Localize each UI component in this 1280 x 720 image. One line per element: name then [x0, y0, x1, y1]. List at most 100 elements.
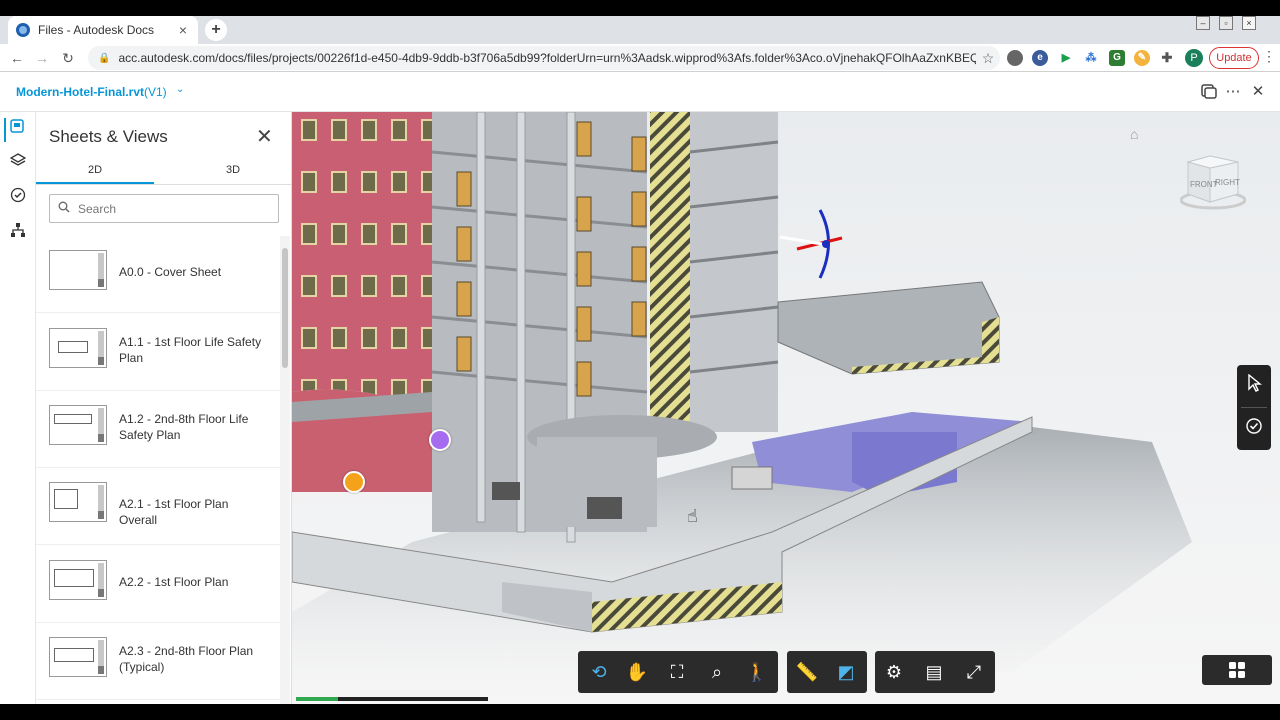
compare-icon[interactable] — [1199, 82, 1219, 102]
issues-check-icon[interactable] — [6, 187, 30, 211]
panel-scrollbar-thumb[interactable] — [282, 248, 288, 368]
browser-menu-icon[interactable]: ⋮ — [1262, 48, 1276, 65]
bottom-letterbox — [0, 704, 1280, 720]
sheet-thumbnail — [49, 250, 107, 290]
sheet-name: A2.2 - 1st Floor Plan — [119, 575, 229, 589]
tab-divider — [36, 184, 292, 185]
version-chevron-down-icon[interactable]: ⌄ — [176, 84, 184, 95]
home-view-icon[interactable]: ⌂ — [1130, 126, 1138, 142]
address-bar[interactable]: 🔒 acc.autodesk.com/docs/files/projects/0… — [88, 46, 1000, 70]
viewcube-right-label: RIGHT — [1215, 178, 1240, 187]
forward-icon[interactable]: → — [33, 49, 51, 67]
layers-icon[interactable] — [6, 152, 30, 176]
svg-text:☝: ☝ — [687, 506, 698, 527]
model-load-progress-bar — [296, 697, 488, 701]
navigation-toolbar: ⟲ ✋ ⛶ ⌕ 🚶 — [578, 651, 778, 693]
left-icon-rail — [0, 112, 36, 704]
browser-tab[interactable]: Files - Autodesk Docs × — [8, 16, 198, 44]
panel-title: Sheets & Views — [49, 127, 168, 146]
sheet-thumbnail — [49, 405, 107, 445]
orbit-icon[interactable]: ⟲ — [580, 651, 618, 693]
viewcube-front-label: FRONT — [1190, 180, 1218, 189]
tab-close-icon[interactable]: × — [176, 22, 190, 38]
sheet-name: A0.0 - Cover Sheet — [119, 265, 222, 279]
sheet-name: A1.2 - 2nd-8th Floor Life Safety Plan — [119, 412, 249, 442]
extensions-puzzle-icon[interactable]: ✚ — [1159, 50, 1175, 66]
building-model-render[interactable]: ☝ — [292, 112, 1280, 704]
app-window: Files - Autodesk Docs × + – ▫ × ← → ↻ 🔒 … — [0, 0, 1280, 720]
search-input[interactable] — [78, 201, 258, 216]
browser-tab-strip: Files - Autodesk Docs × + – ▫ × — [0, 16, 1280, 44]
extension-g-icon[interactable]: G — [1109, 50, 1125, 66]
fullscreen-icon[interactable]: ⤢ — [955, 651, 993, 693]
list-item[interactable]: A2.1 - 1st Floor Plan Overall — [36, 468, 280, 545]
create-issue-check-icon[interactable] — [1237, 410, 1271, 450]
autodesk-favicon-icon — [16, 23, 30, 37]
properties-icon[interactable]: ▤ — [915, 651, 953, 693]
issue-pin-purple[interactable] — [429, 429, 451, 451]
measure-toolbar: 📏 ◩ — [787, 651, 867, 693]
sheet-thumbnail — [49, 637, 107, 677]
url-text[interactable]: acc.autodesk.com/docs/files/projects/002… — [118, 51, 976, 65]
progress-fill — [296, 697, 339, 701]
sheet-thumbnail — [49, 482, 107, 522]
sheets-views-panel: Sheets & Views ✕ 2D 3D A0.0 - Cover Shee… — [36, 112, 292, 704]
list-item[interactable]: A1.2 - 2nd-8th Floor Life Safety Plan — [36, 391, 280, 468]
fit-to-view-icon[interactable]: ⛶ — [658, 651, 696, 693]
select-pointer-icon[interactable] — [1237, 367, 1271, 407]
first-person-icon[interactable]: 🚶 — [738, 651, 776, 693]
tab-title: Files - Autodesk Docs — [38, 23, 155, 37]
extension-e-icon[interactable]: e — [1032, 50, 1048, 66]
grid-view-icon[interactable] — [1202, 655, 1272, 685]
tab-3d[interactable]: 3D — [174, 164, 292, 176]
extension-dots-icon[interactable]: ⁂ — [1083, 50, 1099, 66]
sheet-name: A1.1 - 1st Floor Life Safety Plan — [119, 335, 262, 365]
list-item[interactable]: A2.3 - 2nd-8th Floor Plan (Typical) — [36, 623, 280, 700]
tab-2d[interactable]: 2D — [36, 164, 154, 176]
extension-circle-icon[interactable] — [1007, 50, 1023, 66]
issue-pin-orange[interactable] — [343, 471, 365, 493]
settings-icon[interactable]: ⚙ — [875, 651, 913, 693]
settings-toolbar: ⚙ ▤ ⤢ — [875, 651, 995, 693]
model-viewport[interactable]: ☝ ⌂ FRONT RIGHT — [292, 112, 1280, 704]
lock-icon: 🔒 — [98, 52, 111, 64]
list-item[interactable]: A0.0 - Cover Sheet — [36, 236, 280, 313]
new-tab-button[interactable]: + — [205, 19, 227, 41]
profile-avatar[interactable]: P — [1185, 49, 1203, 67]
sheet-search-box[interactable] — [49, 194, 279, 223]
file-name[interactable]: Modern-Hotel-Final.rvt — [16, 85, 144, 99]
update-button[interactable]: Update — [1209, 47, 1259, 69]
file-version[interactable]: (V1) — [144, 85, 167, 99]
sheet-name: A2.3 - 2nd-8th Floor Plan (Typical) — [119, 644, 254, 674]
extension-pen-icon[interactable]: ✎ — [1134, 50, 1150, 66]
pan-icon[interactable]: ✋ — [618, 651, 656, 693]
maximize-window-icon[interactable]: ▫ — [1219, 16, 1233, 30]
top-letterbox — [0, 0, 1280, 16]
sheet-thumbnail — [49, 560, 107, 600]
reload-icon[interactable]: ↻ — [59, 49, 77, 67]
model-browser-icon[interactable] — [6, 222, 30, 246]
minimize-window-icon[interactable]: – — [1196, 16, 1210, 30]
viewer-header: Modern-Hotel-Final.rvt (V1) ⌄ ⋯ ✕ — [0, 72, 1280, 112]
measure-icon[interactable]: 📏 — [788, 651, 826, 693]
list-item[interactable]: A2.2 - 1st Floor Plan — [36, 546, 280, 623]
zoom-window-icon[interactable]: ⌕ — [698, 651, 736, 693]
back-icon[interactable]: ← — [8, 49, 26, 67]
section-icon[interactable]: ◩ — [827, 651, 865, 693]
browser-toolbar: ← → ↻ 🔒 acc.autodesk.com/docs/files/proj… — [0, 44, 1280, 72]
right-tool-palette — [1237, 365, 1271, 450]
sheet-thumbnail — [49, 328, 107, 368]
search-icon — [58, 201, 70, 216]
view-cube[interactable]: FRONT RIGHT — [1179, 150, 1247, 210]
list-item[interactable]: A1.1 - 1st Floor Life Safety Plan — [36, 314, 280, 391]
close-viewer-icon[interactable]: ✕ — [1248, 82, 1268, 102]
extension-play-icon[interactable]: ▶ — [1058, 50, 1074, 66]
panel-close-icon[interactable]: ✕ — [256, 124, 273, 149]
close-window-icon[interactable]: × — [1242, 16, 1256, 30]
sheet-list: A0.0 - Cover Sheet A1.1 - 1st Floor Life… — [36, 236, 280, 704]
sheets-views-icon[interactable] — [4, 118, 28, 142]
sheet-name: A2.1 - 1st Floor Plan Overall — [119, 497, 229, 527]
more-options-icon[interactable]: ⋯ — [1223, 82, 1243, 102]
bookmark-star-icon[interactable]: ☆ — [976, 50, 1000, 67]
active-tab-indicator — [36, 182, 154, 184]
